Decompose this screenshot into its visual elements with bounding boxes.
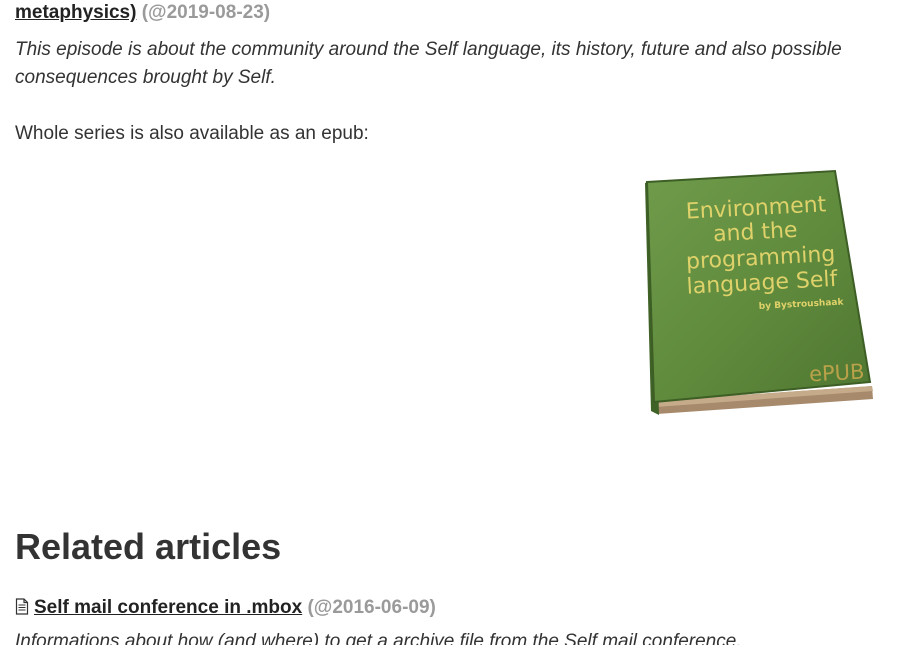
book-illustration[interactable]: Environment and the programming language… [627, 165, 887, 425]
document-icon [15, 598, 29, 615]
epub-note: Whole series is also available as an epu… [15, 123, 369, 144]
entry-title-link[interactable]: metaphysics) [15, 2, 136, 23]
related-article-item: Self mail conference in .mbox (@2016-06-… [15, 596, 436, 620]
epub-book-cover[interactable]: Environment and the programming language… [627, 165, 887, 425]
entry-description: This episode is about the community arou… [15, 39, 842, 88]
cover-epub-badge: ePUB [808, 360, 865, 387]
svg-text:and the: and the [712, 218, 798, 247]
entry-date: (@2019-08-23) [141, 2, 271, 23]
related-article-description: Informations about how (and where) to ge… [15, 631, 742, 645]
related-article-link[interactable]: Self mail conference in .mbox [34, 597, 302, 618]
related-article-date: (@2016-06-09) [307, 597, 436, 618]
series-entry: metaphysics) (@2019-08-23) [15, 1, 270, 25]
related-articles-heading: Related articles [15, 526, 282, 567]
